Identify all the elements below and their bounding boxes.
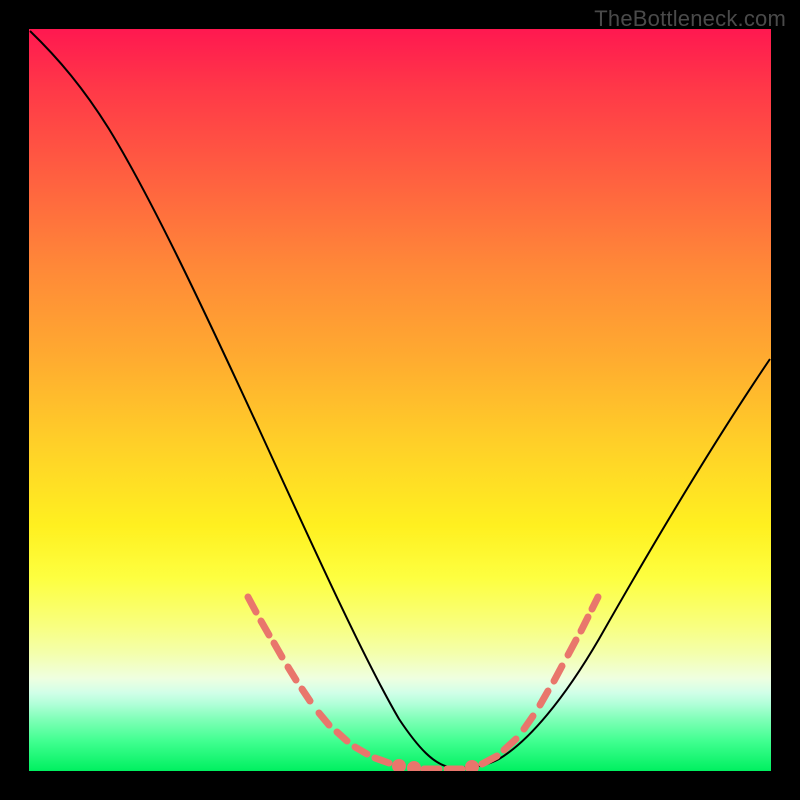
watermark-text: TheBottleneck.com xyxy=(594,6,786,32)
main-curve xyxy=(30,31,770,768)
chart-frame: TheBottleneck.com xyxy=(0,0,800,800)
chart-svg xyxy=(29,29,771,771)
plot-area xyxy=(29,29,771,771)
marker-group xyxy=(248,597,598,771)
